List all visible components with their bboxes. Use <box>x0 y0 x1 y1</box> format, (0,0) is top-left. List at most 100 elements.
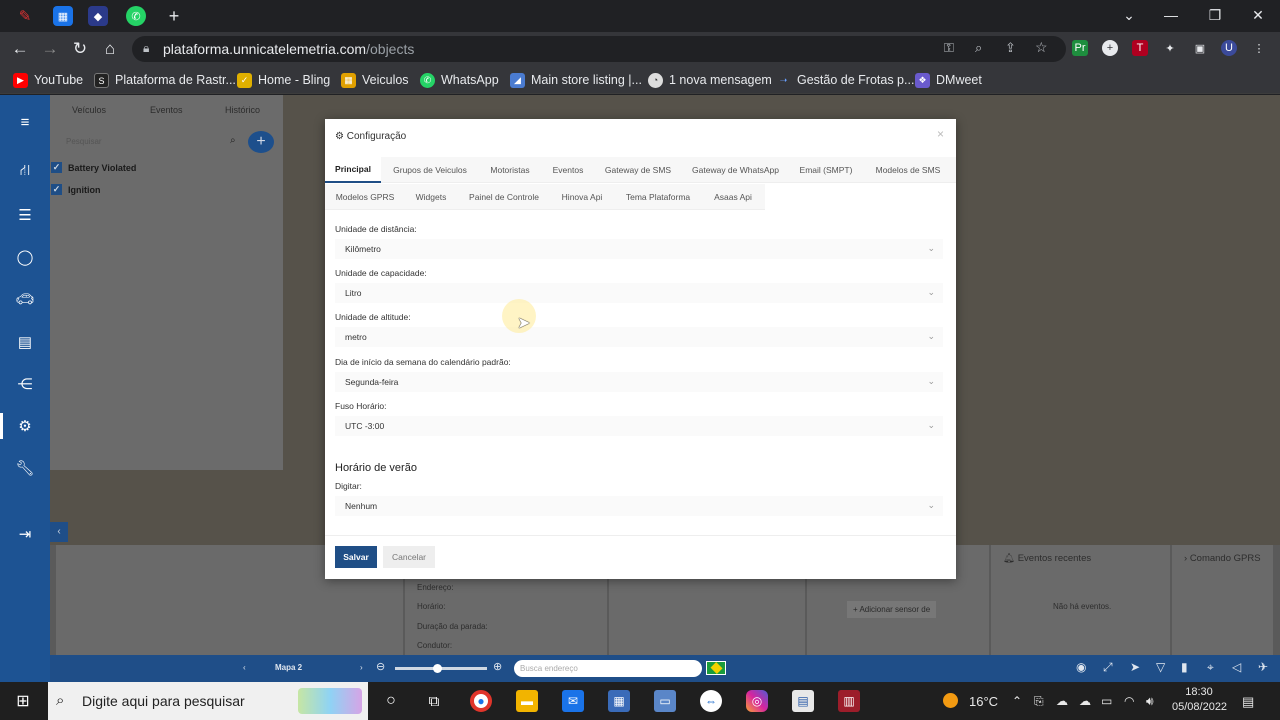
tab-email-smpt[interactable]: Email (SMPT) <box>790 157 862 183</box>
mail-icon[interactable]: ✉ <box>562 690 584 712</box>
back-icon[interactable]: ← <box>9 39 31 59</box>
altitude-unit-select[interactable]: metro ⌄ <box>335 327 943 347</box>
menu-icon[interactable]: ≡ <box>14 111 36 133</box>
zoom-icon[interactable]: ⌕ <box>975 40 982 56</box>
maximize-icon[interactable]: ❐ <box>1200 4 1230 26</box>
tab-active-icon[interactable]: ◆ <box>88 6 108 26</box>
capacity-unit-select[interactable]: Litro ⌄ <box>335 283 943 303</box>
route-icon[interactable]: ⛙ <box>14 160 36 182</box>
address-bar[interactable]: 🔒︎ plataforma.unnicatelemetria.com/objec… <box>132 36 1066 62</box>
tab-app-icon[interactable]: ✎ <box>15 6 35 26</box>
tab-grupos-veiculos[interactable]: Grupos de Veiculos <box>383 157 477 183</box>
teamviewer-icon[interactable]: ⇔ <box>700 690 722 712</box>
tab-widgets[interactable]: Widgets <box>405 184 457 210</box>
side-panel-icon[interactable]: ▣ <box>1192 40 1208 56</box>
cloud-icon[interactable]: ☁ <box>1079 694 1091 708</box>
address-search-input[interactable]: Busca endereço <box>514 660 702 677</box>
close-icon[interactable]: × <box>937 127 944 141</box>
home-icon[interactable]: ⌂ <box>99 39 121 59</box>
zoom-in-icon[interactable]: ⊕ <box>493 660 502 673</box>
profile-avatar[interactable]: U <box>1221 40 1237 56</box>
extension-add-icon[interactable]: + <box>1102 40 1118 56</box>
checkbox[interactable]: ✓ <box>51 162 62 173</box>
document-app-icon[interactable]: ▤ <box>792 690 814 712</box>
tab-modelos-gprs[interactable]: Modelos GPRS <box>329 184 401 210</box>
send-icon[interactable]: ✈ <box>1258 660 1268 674</box>
tab-hinova-api[interactable]: Hinova Api <box>551 184 613 210</box>
cortana-icon[interactable]: ○ <box>380 690 402 712</box>
volume-icon[interactable]: 🔊︎ <box>1146 694 1154 709</box>
bookmark-main-store[interactable]: ◢ Main store listing |... <box>510 71 642 89</box>
objects-search-input[interactable]: Pesquisar <box>60 133 246 153</box>
extensions-puzzle-icon[interactable]: ✦ <box>1162 40 1178 56</box>
bookmark-dmweet[interactable]: ❖ DMweet <box>915 71 982 89</box>
close-window-icon[interactable]: ✕ <box>1243 4 1273 26</box>
bookmark-whatsapp[interactable]: ✆ WhatsApp <box>420 71 499 89</box>
gprs-title[interactable]: › Comando GPRS <box>1184 553 1261 564</box>
checkbox[interactable]: ✓ <box>51 184 62 195</box>
remote-desktop-icon[interactable]: ▭ <box>654 690 676 712</box>
file-explorer-icon[interactable]: ▬ <box>516 690 538 712</box>
bookmark-mensagem[interactable]: ◔ 1 nova mensagem <box>648 71 772 89</box>
lock-icon[interactable]: ▮ <box>1181 660 1188 674</box>
timezone-select[interactable]: UTC -3:00 ⌄ <box>335 416 943 436</box>
tab-gateway-whatsapp[interactable]: Gateway de WhatsApp <box>683 157 788 183</box>
tab-principal[interactable]: Principal <box>325 157 381 183</box>
onedrive-icon[interactable]: ☁ <box>1056 694 1068 708</box>
dst-type-select[interactable]: Nenhum ⌄ <box>335 496 943 516</box>
tab-modelos-sms[interactable]: Modelos de SMS <box>864 157 952 183</box>
list-item[interactable]: ✓ Ignition <box>50 181 283 201</box>
sound-icon[interactable]: ◁ <box>1232 660 1241 674</box>
zoom-slider[interactable] <box>395 664 487 673</box>
add-object-button[interactable]: + <box>248 131 274 153</box>
temperature-text[interactable]: 16°C <box>969 694 998 709</box>
wifi-icon[interactable]: ◠ <box>1124 694 1134 708</box>
car-icon[interactable]: 🚗︎ <box>14 288 36 310</box>
share-icon[interactable]: ⇪ <box>1005 40 1016 56</box>
battery-icon[interactable]: ▭ <box>1101 694 1112 708</box>
new-tab-button[interactable]: + <box>164 6 184 26</box>
tab-motoristas[interactable]: Motoristas <box>479 157 541 183</box>
share-nodes-icon[interactable]: ⋲ <box>14 373 36 395</box>
windows-start-icon[interactable]: ⊞ <box>12 690 34 712</box>
bookmark-gestao-frotas[interactable]: ➝ Gestão de Frotas p... <box>776 71 915 89</box>
notifications-icon[interactable]: ▤ <box>1242 694 1254 710</box>
tab-veiculos[interactable]: Veículos <box>72 105 106 115</box>
report-icon[interactable]: ▤ <box>14 331 36 353</box>
list-item[interactable]: ✓ Battery Violated <box>50 159 283 179</box>
taskbar-search-box[interactable]: ⌕ Digite aqui para pesquisar <box>48 682 368 720</box>
zoom-out-icon[interactable]: ⊖ <box>376 660 385 673</box>
week-start-select[interactable]: Segunda-feira ⌄ <box>335 372 943 392</box>
search-icon[interactable]: ⌕ <box>230 135 236 146</box>
collapse-panel-button[interactable]: ‹ <box>50 522 68 542</box>
bookmark-plataforma[interactable]: S Plataforma de Rastr... <box>94 71 236 89</box>
minimize-icon[interactable]: — <box>1156 4 1186 26</box>
prev-map-icon[interactable]: ‹ <box>243 663 246 672</box>
logout-icon[interactable]: ⇥ <box>14 523 36 545</box>
chrome-menu-icon[interactable]: ⋮ <box>1251 40 1267 56</box>
distance-unit-select[interactable]: Kilômetro ⌄ <box>335 239 943 259</box>
list-icon[interactable]: ☰ <box>14 204 36 226</box>
winrar-icon[interactable]: ▥ <box>838 690 860 712</box>
tab-painel-controle[interactable]: Painel de Controle <box>461 184 547 210</box>
cancel-button[interactable]: Cancelar <box>383 546 435 568</box>
clock[interactable]: 18:30 05/08/2022 <box>1172 686 1227 713</box>
save-button[interactable]: Salvar <box>335 546 377 568</box>
key-icon[interactable]: ⚿ <box>944 40 954 56</box>
tray-app-icon[interactable]: ⎘ <box>1034 694 1044 709</box>
filter-icon[interactable]: ▽ <box>1156 660 1165 674</box>
weather-sun-icon[interactable] <box>943 693 958 708</box>
layers-icon[interactable]: ◉ <box>1076 660 1086 674</box>
user-icon[interactable]: ◯ <box>14 246 36 268</box>
tab-eventos[interactable]: Eventos <box>543 157 593 183</box>
bookmark-star-icon[interactable]: ☆ <box>1035 39 1048 56</box>
extension-pr-icon[interactable]: Pr <box>1072 40 1088 56</box>
tab-tema-plataforma[interactable]: Tema Plataforma <box>617 184 699 210</box>
bookmark-youtube[interactable]: ▶ YouTube <box>13 71 83 89</box>
brazil-flag-icon[interactable] <box>706 661 726 675</box>
settings-icon[interactable]: ⚙ <box>14 415 36 437</box>
tab-search-icon[interactable]: ⌄ <box>1114 4 1144 26</box>
forward-icon[interactable]: → <box>39 39 61 59</box>
task-view-icon[interactable]: ⧉ <box>423 690 445 712</box>
wrench-icon[interactable]: 🔧︎ <box>14 457 36 479</box>
